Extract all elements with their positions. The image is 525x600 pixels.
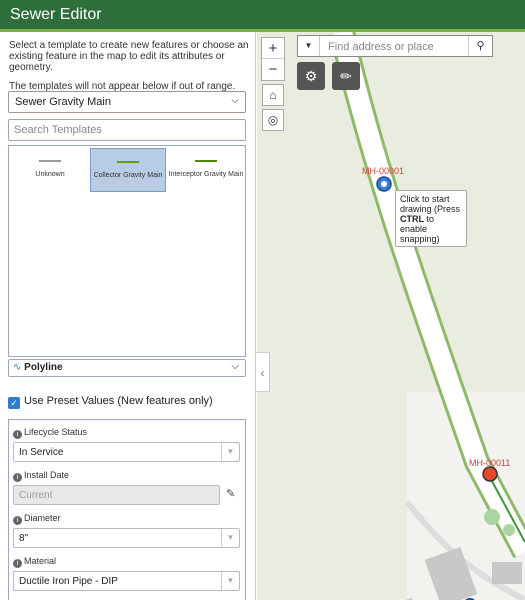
geocoder[interactable]: ▼ Find address or place ⚲ bbox=[297, 35, 493, 57]
minus-icon[interactable]: − bbox=[262, 59, 284, 80]
lifecycle-status-value: In Service bbox=[19, 447, 64, 458]
info-icon: i bbox=[13, 473, 22, 482]
template-swatch bbox=[39, 160, 61, 162]
instruction-text: Select a template to create new features… bbox=[9, 40, 249, 73]
manhole-label: MH-00001 bbox=[362, 166, 405, 176]
chevron-down-icon: ▼ bbox=[221, 529, 239, 547]
layer-select[interactable]: Sewer Gravity Main ⌵ bbox=[8, 91, 246, 113]
chevron-down-icon: ⌵ bbox=[231, 95, 239, 106]
address-search-input[interactable]: Find address or place bbox=[328, 41, 434, 53]
polyline-icon: ∿ bbox=[13, 362, 22, 373]
home-icon[interactable]: ⌂ bbox=[262, 84, 284, 106]
install-date-value: Current bbox=[19, 490, 53, 501]
template-picker: Unknown Collector Gravity Main Intercept… bbox=[8, 145, 246, 357]
diameter-select[interactable]: 8" ▼ bbox=[13, 528, 240, 548]
install-date-field[interactable]: Current bbox=[13, 485, 220, 505]
chevron-left-icon[interactable]: ‹ bbox=[256, 352, 270, 392]
settings-icon[interactable]: ⚙ bbox=[297, 62, 325, 90]
geometry-type-value: Polyline bbox=[24, 362, 63, 373]
draw-tooltip: Click to start drawing (Press CTRL to en… bbox=[395, 190, 467, 247]
map-canvas bbox=[329, 32, 525, 600]
info-icon: i bbox=[13, 430, 22, 439]
info-icon: i bbox=[13, 559, 22, 568]
chevron-down-icon[interactable]: ▼ bbox=[298, 36, 320, 56]
measure-icon[interactable]: ✏ bbox=[332, 62, 360, 90]
template-collector-gravity-main[interactable]: Collector Gravity Main bbox=[90, 148, 166, 192]
template-label: Collector Gravity Main bbox=[93, 172, 163, 179]
template-interceptor-gravity-main[interactable]: Interceptor Gravity Main bbox=[168, 148, 244, 192]
field-label-install-date: i Install Date bbox=[13, 470, 69, 482]
geometry-type-select[interactable]: ∿ Polyline ⌵ bbox=[8, 359, 246, 377]
field-label-diameter: i Diameter bbox=[13, 513, 61, 525]
lifecycle-status-select[interactable]: In Service ▼ bbox=[13, 442, 240, 462]
manhole-symbol[interactable] bbox=[482, 466, 498, 482]
field-label-lifecycle: i Lifecycle Status bbox=[13, 427, 87, 439]
template-swatch bbox=[195, 160, 217, 162]
manhole-label: MH-00011 bbox=[469, 458, 511, 468]
plus-icon[interactable]: + bbox=[262, 38, 284, 59]
tree-symbol bbox=[503, 524, 515, 536]
tree-symbol bbox=[484, 509, 500, 525]
material-select[interactable]: Ductile Iron Pipe - DIP ▼ bbox=[13, 571, 240, 591]
search-icon[interactable]: ⚲ bbox=[468, 36, 492, 56]
map-view[interactable] bbox=[257, 32, 525, 600]
chevron-down-icon: ⌵ bbox=[231, 361, 239, 372]
field-label-material: i Material bbox=[13, 556, 56, 568]
zoom-control: + − bbox=[261, 37, 285, 81]
building-footprint bbox=[492, 562, 522, 584]
chevron-down-icon: ▼ bbox=[221, 443, 239, 461]
template-unknown[interactable]: Unknown bbox=[12, 148, 88, 192]
locate-icon[interactable]: ◎ bbox=[262, 109, 284, 131]
pencil-icon[interactable]: ✎ bbox=[226, 487, 235, 500]
diameter-value: 8" bbox=[19, 533, 29, 544]
app-title: Sewer Editor bbox=[10, 6, 102, 23]
info-icon: i bbox=[13, 516, 22, 525]
check-icon[interactable]: ✓ bbox=[8, 397, 20, 409]
template-label: Unknown bbox=[35, 171, 65, 178]
template-search-input[interactable]: Search Templates bbox=[8, 119, 246, 141]
manhole-symbol bbox=[381, 181, 387, 187]
template-swatch bbox=[117, 161, 139, 163]
editor-panel: Select a template to create new features… bbox=[0, 32, 256, 600]
layer-select-value: Sewer Gravity Main bbox=[15, 96, 111, 108]
attribute-inspector: i Lifecycle Status In Service ▼ i Install … bbox=[8, 419, 246, 600]
preset-label: Use Preset Values (New features only) bbox=[24, 395, 213, 407]
chevron-down-icon: ▼ bbox=[221, 572, 239, 590]
app-header: Sewer Editor bbox=[0, 0, 525, 32]
material-value: Ductile Iron Pipe - DIP bbox=[19, 576, 118, 587]
preset-values-toggle[interactable]: ✓ Use Preset Values (New features only) bbox=[8, 395, 213, 409]
template-label: Interceptor Gravity Main bbox=[168, 171, 244, 178]
